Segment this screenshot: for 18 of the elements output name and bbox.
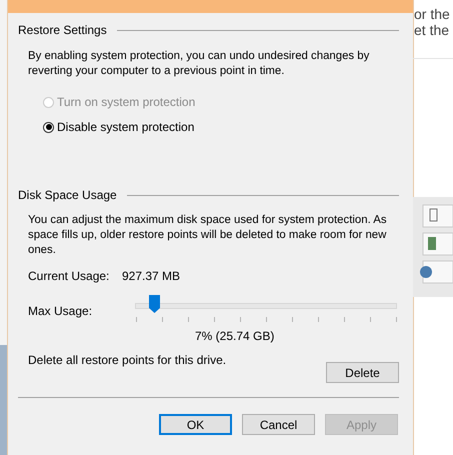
ok-button[interactable]: OK <box>159 414 232 435</box>
current-usage-value: 927.37 MB <box>122 269 180 283</box>
background-text: et the <box>413 22 450 38</box>
radio-label: Disable system protection <box>57 120 194 134</box>
background-text: or the <box>413 6 451 22</box>
description-text: By enabling system protection, you can undo undesired changes by reverting your computer to a previous point in time. <box>28 49 370 79</box>
group-heading: Disk Space Usage <box>18 188 117 202</box>
slider-thumb[interactable] <box>149 295 160 313</box>
max-usage-label: Max Usage: <box>28 304 94 318</box>
description-text: You can adjust the maximum disk space used for system protection. As space fills up, older restore points will be deleted to make room for new ones. <box>28 213 388 258</box>
radio-label: Turn on system protection <box>57 95 196 109</box>
dialog-button[interactable]: Cancel <box>242 414 315 435</box>
delete-note: Delete all restore points for this drive. <box>28 353 226 367</box>
delete-button[interactable]: Delete <box>326 362 399 383</box>
group-heading: Restore Settings <box>18 23 107 37</box>
radio-button[interactable] <box>43 122 54 132</box>
current-usage-label: Current Usage: <box>28 269 110 283</box>
max-usage-reading: 7% (25.74 GB) <box>195 329 276 343</box>
